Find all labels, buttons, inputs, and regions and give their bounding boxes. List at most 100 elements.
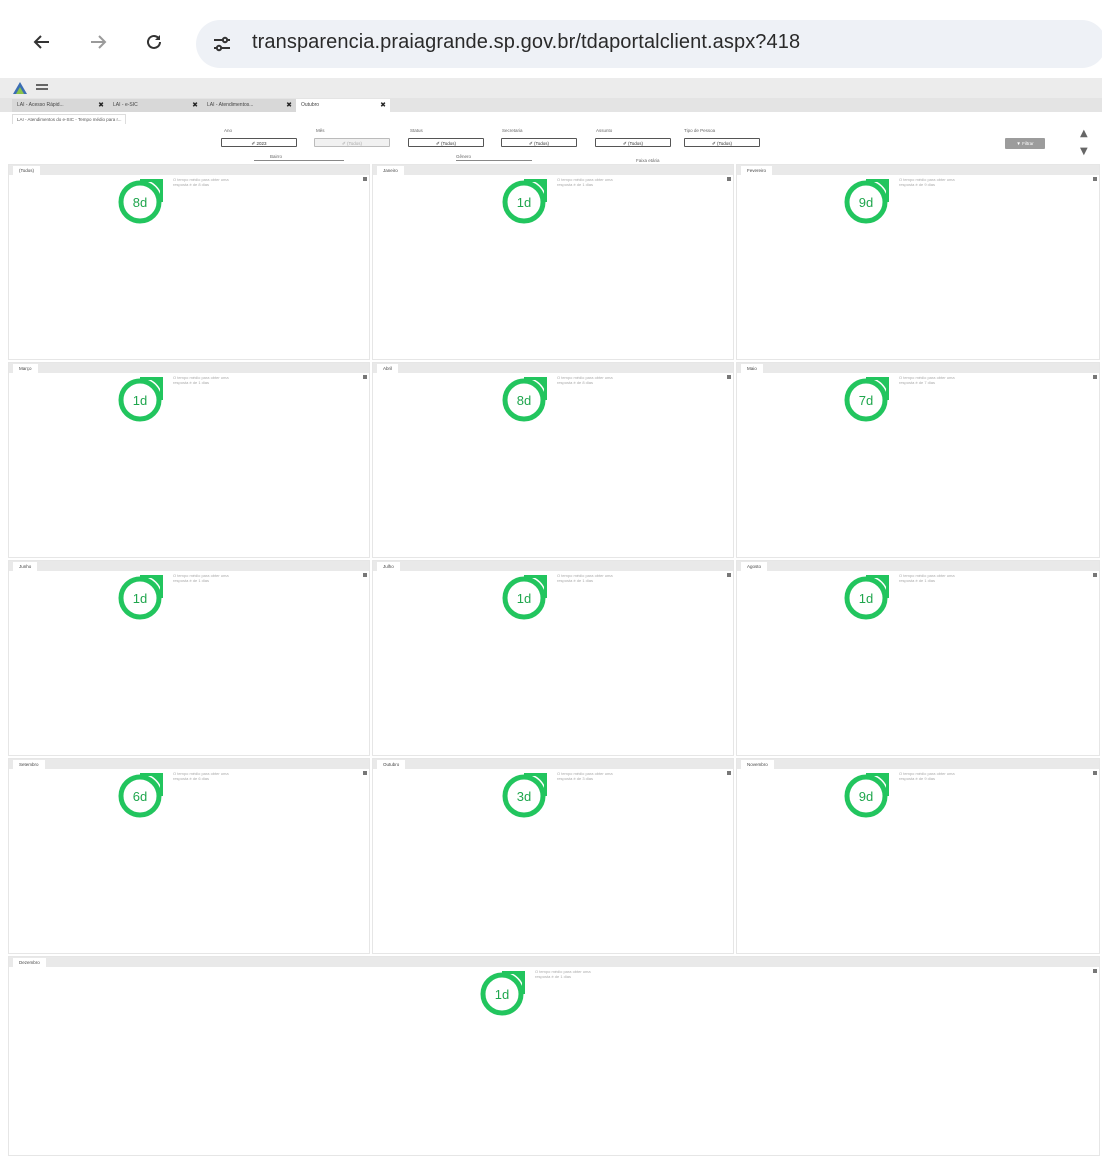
scroll-down-icon[interactable]: ▼ [1080, 146, 1088, 157]
kpi-value: 8d [516, 392, 532, 408]
kpi-gauge: 8d [501, 377, 547, 423]
panel-title: Março [13, 364, 38, 373]
panel-title: Janeiro [377, 166, 404, 175]
kpi-description: O tempo médio para obter uma resposta é … [535, 969, 591, 979]
filter-label-ano: Ano [224, 128, 233, 133]
panel-menu-icon[interactable] [727, 771, 731, 775]
kpi-value: 1d [858, 590, 874, 606]
kpi-panel: Maio 7d O tempo médio para obter uma respo… [736, 362, 1100, 558]
kpi-panel: Julho 1d O tempo médio para obter uma resp… [372, 560, 734, 756]
panel-menu-icon[interactable] [363, 375, 367, 379]
panel-menu-icon[interactable] [363, 177, 367, 181]
filter-mes[interactable]: ✐ (Todos) [314, 138, 390, 147]
kpi-gauge: 1d [117, 377, 163, 423]
kpi-panel: Janeiro 1d O tempo médio para obter uma re… [372, 164, 734, 360]
kpi-description: O tempo médio para obter uma resposta é … [173, 771, 229, 781]
panel-header: Fevereiro [737, 165, 1099, 175]
kpi-value: 8d [132, 194, 148, 210]
kpi-gauge: 9d [843, 773, 889, 819]
tab-outubro[interactable]: Outubro ✖ [296, 99, 390, 112]
panel-title: Maio [741, 364, 763, 373]
kpi-panel: Agosto 1d O tempo médio para obter uma res… [736, 560, 1100, 756]
kpi-gauge: 1d [479, 971, 525, 1017]
panel-menu-icon[interactable] [363, 771, 367, 775]
reload-icon [147, 34, 161, 49]
panel-title: Agosto [741, 562, 768, 571]
report-tabs: LAI - Acesso Rápid... ✖ LAI - e-SIC ✖ LAI … [0, 98, 1102, 112]
panel-menu-icon[interactable] [727, 573, 731, 577]
kpi-value: 6d [132, 788, 148, 804]
url-text[interactable]: transparencia.praiagrande.sp.gov.br/tdap… [252, 31, 800, 54]
kpi-gauge: 1d [501, 575, 547, 621]
panel-title: Fevereiro [741, 166, 773, 175]
close-icon[interactable]: ✖ [192, 99, 198, 112]
filter-secretaria[interactable]: ✐ (Todos) [501, 138, 577, 147]
panel-menu-icon[interactable] [1093, 177, 1097, 181]
close-icon[interactable]: ✖ [98, 99, 104, 112]
kpi-panel: (Todos) 8d O tempo médio para obter uma re… [8, 164, 370, 360]
kpi-value: 1d [516, 194, 532, 210]
kpi-description: O tempo médio para obter uma resposta é … [173, 573, 229, 583]
filter-assunto[interactable]: ✐ (Todos) [595, 138, 671, 147]
kpi-panel: Outubro 3d O tempo médio para obter uma re… [372, 758, 734, 954]
browser-toolbar: transparencia.praiagrande.sp.gov.br/tdap… [0, 0, 1102, 88]
tab-acesso-rapido[interactable]: LAI - Acesso Rápid... ✖ [12, 99, 108, 112]
kpi-gauge: 1d [117, 575, 163, 621]
app-topbar [0, 78, 1102, 98]
panel-menu-icon[interactable] [363, 573, 367, 577]
filter-tipo-pessoa[interactable]: ✐ (Todos) [684, 138, 760, 147]
panel-title: Setembro [13, 760, 45, 769]
back-button[interactable] [26, 26, 58, 58]
scroll-up-icon[interactable]: ▲ [1080, 128, 1088, 139]
kpi-gauge: 8d [117, 179, 163, 225]
menu-icon[interactable] [36, 84, 48, 92]
arrow-left-icon [33, 35, 49, 49]
panel-header: Novembro [737, 759, 1099, 769]
filter-button[interactable]: ▼ Filtrar [1005, 138, 1045, 149]
filter-label-genero: Gênero [456, 154, 472, 159]
close-icon[interactable]: ✖ [380, 99, 386, 112]
panel-menu-icon[interactable] [727, 375, 731, 379]
kpi-value: 1d [516, 590, 532, 606]
panel-title: Outubro [377, 760, 406, 769]
tab-label: Outubro [301, 102, 320, 108]
panel-menu-icon[interactable] [1093, 969, 1097, 973]
filter-label-status: Status [410, 128, 423, 133]
close-icon[interactable]: ✖ [286, 99, 292, 112]
tune-icon[interactable] [208, 30, 236, 58]
panel-title: Junho [13, 562, 38, 571]
panel-header: Agosto [737, 561, 1099, 571]
kpi-panel: Fevereiro 9d O tempo médio para obter uma … [736, 164, 1100, 360]
kpi-gauge: 6d [117, 773, 163, 819]
portal-app: LAI - Acesso Rápid... ✖ LAI - e-SIC ✖ LAI … [0, 78, 1102, 1156]
panel-menu-icon[interactable] [1093, 375, 1097, 379]
panel-header: Março [9, 363, 369, 373]
address-bar[interactable]: transparencia.praiagrande.sp.gov.br/tdap… [196, 20, 1102, 68]
filter-genero[interactable] [456, 160, 532, 161]
kpi-gauge: 3d [501, 773, 547, 819]
arrow-right-icon [91, 35, 107, 49]
panel-menu-icon[interactable] [1093, 771, 1097, 775]
panel-header: Janeiro [373, 165, 733, 175]
panel-menu-icon[interactable] [1093, 573, 1097, 577]
filter-label-assunto: Assunto [596, 128, 613, 133]
panel-title: Julho [377, 562, 400, 571]
panel-header: Julho [373, 561, 733, 571]
filter-bairro[interactable] [254, 160, 344, 161]
tab-e-sic[interactable]: LAI - e-SIC ✖ [108, 99, 202, 112]
filter-ano[interactable]: ✐ 2023 [221, 138, 297, 147]
kpi-description: O tempo médio para obter uma resposta é … [899, 771, 955, 781]
filter-status[interactable]: ✐ (Todos) [408, 138, 484, 147]
kpi-value: 9d [858, 788, 874, 804]
tab-atendimentos[interactable]: LAI - Atendimentos... ✖ [202, 99, 296, 112]
kpi-description: O tempo médio para obter uma resposta é … [557, 573, 613, 583]
kpi-value: 1d [132, 392, 148, 408]
kpi-panel: Junho 1d O tempo médio para obter uma resp… [8, 560, 370, 756]
panel-title: Dezembro [13, 958, 46, 967]
panel-title: Novembro [741, 760, 774, 769]
panel-header: Junho [9, 561, 369, 571]
panel-title: (Todos) [13, 166, 41, 175]
panel-menu-icon[interactable] [727, 177, 731, 181]
forward-button[interactable] [82, 26, 114, 58]
reload-button[interactable] [138, 26, 170, 58]
